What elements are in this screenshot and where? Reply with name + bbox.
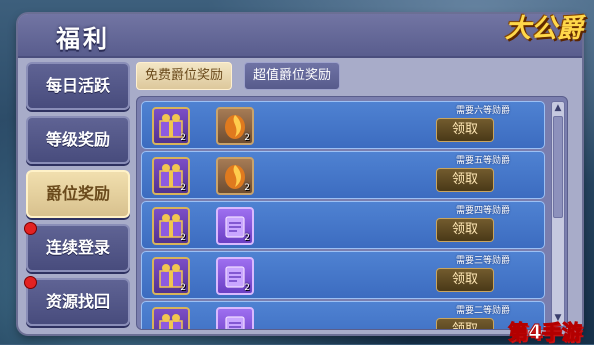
tab-label: 超值爵位奖励	[253, 68, 332, 83]
reward-row: 2 2 需要五等勋爵 领取	[141, 151, 545, 199]
sidebar-item-label: 资源找回	[45, 292, 110, 311]
game-logo-text: 大公爵	[504, 14, 583, 44]
sidebar-item-label: 每日活跃	[45, 76, 110, 95]
item-count: 2	[244, 133, 250, 143]
item-count: 2	[244, 183, 250, 193]
tab-label: 免费爵位奖励	[145, 68, 224, 83]
tab-premium-rank-reward[interactable]: 超值爵位奖励	[244, 62, 341, 90]
sidebar-item-label: 连续登录	[45, 238, 110, 257]
gift-box-icon[interactable]: 2	[152, 157, 190, 195]
reward-row: 2 2 需要四等勋爵 领取	[141, 201, 545, 249]
rank-requirement: 需要六等勋爵	[455, 106, 510, 116]
gift-box-icon[interactable]	[152, 307, 190, 329]
item-count: 2	[244, 233, 250, 243]
rank-requirement: 需要五等勋爵	[455, 156, 510, 166]
reward-list: 2 2 需要六等勋爵 领取 2 2 需要五等勋爵 领取 2 2 需要四等勋爵 领…	[136, 96, 568, 330]
sidebar-item-resource-recovery[interactable]: 资源找回	[24, 276, 130, 326]
site-watermark: 第4手游	[508, 320, 583, 345]
sidebar-item-continuous-login[interactable]: 连续登录	[24, 222, 130, 272]
item-count: 2	[244, 283, 250, 293]
scrollbar-thumb[interactable]	[553, 116, 563, 218]
sidebar-item-label: 爵位奖励	[45, 184, 110, 203]
flame-relic-icon[interactable]: 2	[216, 107, 254, 145]
sidebar-item-label: 等级奖励	[45, 130, 110, 149]
page-title: 福利	[56, 25, 110, 53]
item-count: 2	[180, 233, 186, 243]
scroll-icon[interactable]: 2	[216, 257, 254, 295]
sidebar-item-rank-reward[interactable]: 爵位奖励	[26, 170, 130, 218]
rank-requirement: 需要二等勋爵	[455, 306, 510, 316]
game-logo: 大公爵	[496, 4, 592, 58]
rank-requirement: 需要三等勋爵	[455, 256, 510, 266]
item-count: 2	[180, 283, 186, 293]
rank-requirement: 需要四等勋爵	[455, 206, 510, 216]
scroll-icon[interactable]	[216, 307, 254, 329]
sidebar: 每日活跃 等级奖励 爵位奖励 连续登录 资源找回	[24, 62, 132, 328]
flame-relic-icon[interactable]: 2	[216, 157, 254, 195]
notification-dot-icon	[24, 276, 37, 289]
claim-button[interactable]: 领取	[436, 218, 494, 242]
claim-button[interactable]: 领取	[436, 118, 494, 142]
reward-row: 需要二等勋爵 领取	[141, 301, 545, 329]
reward-row: 2 2 需要六等勋爵 领取	[141, 101, 545, 149]
claim-button[interactable]: 领取	[436, 268, 494, 292]
sidebar-item-level-reward[interactable]: 等级奖励	[26, 116, 130, 164]
welfare-panel: 福利 每日活跃 等级奖励 爵位奖励 连续登录 资源找回 免费爵位奖励 超值爵位奖…	[18, 14, 582, 334]
gift-box-icon[interactable]: 2	[152, 257, 190, 295]
scroll-icon[interactable]: 2	[216, 207, 254, 245]
sidebar-item-daily-active[interactable]: 每日活跃	[26, 62, 130, 110]
tab-free-rank-reward[interactable]: 免费爵位奖励	[136, 62, 233, 90]
scrollbar[interactable]: ▲ ▼	[551, 101, 565, 327]
claim-button[interactable]: 领取	[436, 318, 494, 329]
scroll-up-arrow-icon[interactable]: ▲	[552, 102, 564, 114]
gift-box-icon[interactable]: 2	[152, 107, 190, 145]
gift-box-icon[interactable]: 2	[152, 207, 190, 245]
item-count: 2	[180, 183, 186, 193]
claim-button[interactable]: 领取	[436, 168, 494, 192]
reward-row: 2 2 需要三等勋爵 领取	[141, 251, 545, 299]
item-count: 2	[180, 133, 186, 143]
notification-dot-icon	[24, 222, 37, 235]
